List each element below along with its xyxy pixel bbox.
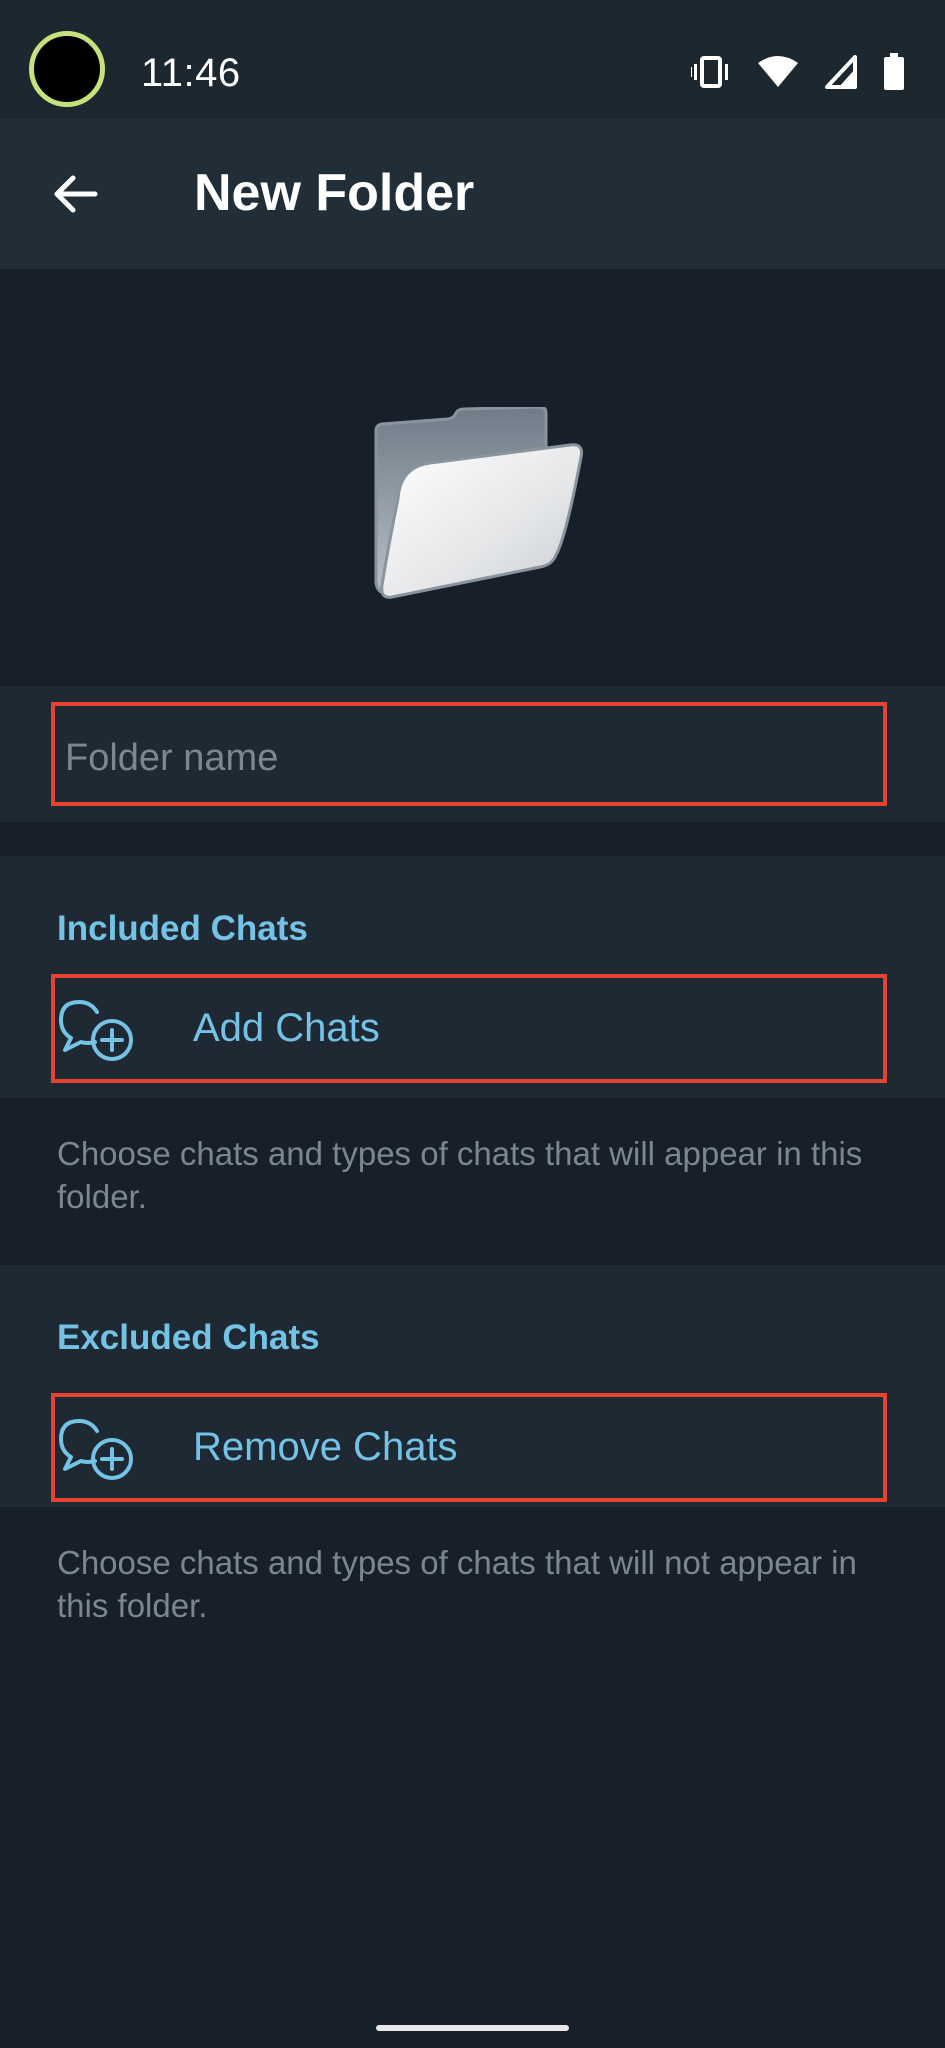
- chat-add-icon: [59, 1419, 133, 1480]
- section-divider: [0, 822, 945, 856]
- chat-add-icon: [59, 1000, 133, 1061]
- app-bar: New Folder: [0, 119, 945, 269]
- included-chats-header: Included Chats: [57, 909, 308, 948]
- vibrate-icon: [691, 56, 728, 88]
- status-time: 11:46: [141, 51, 241, 95]
- excluded-hint-text: Choose chats and types of chats that wil…: [57, 1544, 857, 1624]
- remove-chats-label: Remove Chats: [193, 1425, 458, 1469]
- folder-name-field[interactable]: [51, 702, 887, 806]
- add-chats-button[interactable]: Add Chats: [51, 974, 887, 1083]
- excluded-hint-area: Choose chats and types of chats that wil…: [0, 1507, 945, 2048]
- folder-name-input[interactable]: [65, 728, 865, 788]
- battery-icon: [884, 53, 904, 90]
- folder-icon: [374, 407, 583, 599]
- signal-icon: [825, 55, 857, 89]
- add-chats-label: Add Chats: [193, 1006, 380, 1050]
- page-title: New Folder: [194, 164, 475, 222]
- wifi-icon: [758, 56, 798, 87]
- arrow-left-icon: [54, 175, 98, 213]
- included-hint-text: Choose chats and types of chats that wil…: [57, 1135, 863, 1215]
- status-bar: 11:46: [0, 0, 945, 119]
- status-avatar: [29, 31, 105, 107]
- remove-chats-button[interactable]: Remove Chats: [51, 1393, 887, 1502]
- included-hint-area: Choose chats and types of chats that wil…: [0, 1098, 945, 1265]
- new-folder-screen: 11:46 New Folder Folder name Included Ch…: [0, 0, 945, 2048]
- excluded-chats-header: Excluded Chats: [57, 1318, 320, 1357]
- included-chats-section: Included Chats Add Chats: [0, 856, 945, 1098]
- folder-name-card: [0, 686, 945, 822]
- home-indicator[interactable]: [376, 2025, 569, 2031]
- status-icons: [691, 52, 905, 92]
- folder-illustration-area: [0, 269, 945, 686]
- back-button[interactable]: [30, 149, 120, 239]
- excluded-chats-section: Excluded Chats Remove Chats: [0, 1265, 945, 1507]
